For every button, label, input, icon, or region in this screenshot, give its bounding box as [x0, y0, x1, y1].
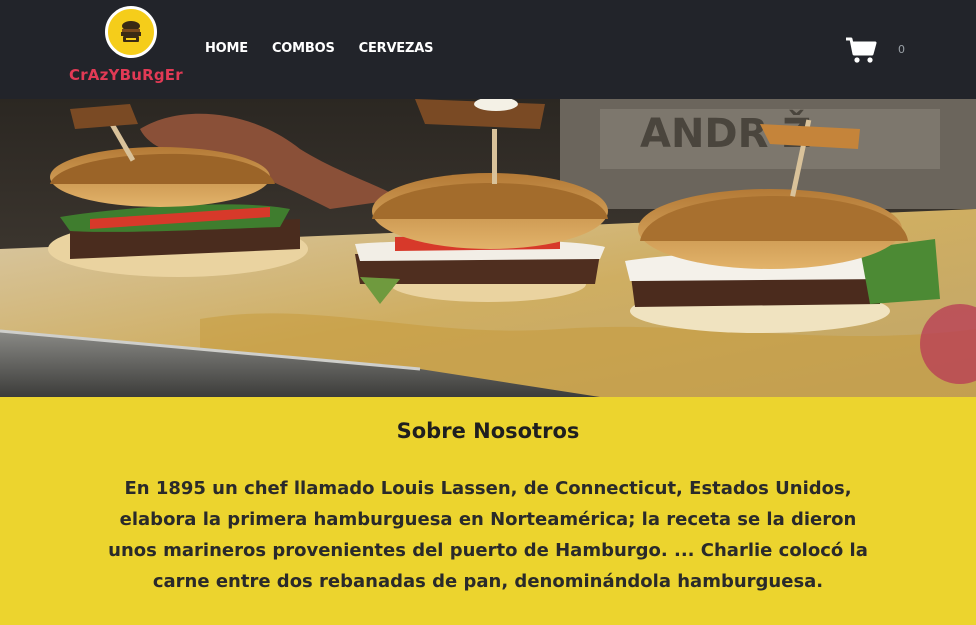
nav-combos[interactable]: COMBOS: [272, 41, 335, 56]
shopping-cart-icon[interactable]: [845, 36, 877, 64]
burger-logo-icon: [105, 6, 157, 58]
brand-logo-link[interactable]: CrAzYBuRgEr: [66, 6, 186, 92]
nav-home[interactable]: HOME: [205, 41, 248, 56]
brand-name: CrAzYBuRgEr: [69, 66, 183, 84]
hero-burgers-image: ANDR Ž: [0, 99, 976, 397]
main-nav: HOME COMBOS CERVEZAS: [205, 41, 457, 56]
navbar: CrAzYBuRgEr HOME COMBOS CERVEZAS 0: [0, 0, 976, 99]
about-title: Sobre Nosotros: [396, 419, 580, 443]
nav-cervezas[interactable]: CERVEZAS: [359, 41, 434, 56]
cart-count: 0: [898, 43, 905, 56]
about-text: En 1895 un chef llamado Louis Lassen, de…: [108, 478, 868, 592]
about-section: Sobre Nosotros En 1895 un chef llamado L…: [0, 397, 976, 625]
